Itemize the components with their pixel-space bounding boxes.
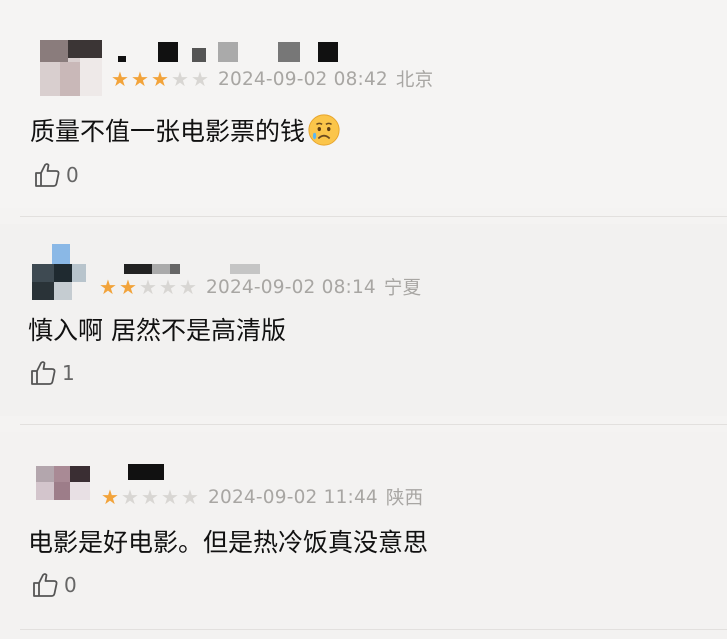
like-count: 0 [66,163,79,187]
rating-meta: ★ ★ ★ ★ ★ 2024-09-02 11:44 陕西 [100,486,424,509]
star-rating: ★ ★ ★ ★ ★ [100,486,200,508]
divider [20,216,727,217]
star-icon: ★ [159,275,177,299]
location: 宁夏 [383,278,422,299]
star-icon: ★ [139,275,157,299]
rating-meta: ★ ★ ★ ★ ★ 2024-09-02 08:14 宁夏 [98,276,422,299]
rating-meta: ★ ★ ★ ★ ★ 2024-09-02 08:42 北京 [110,68,434,91]
like-button[interactable]: 1 [28,358,75,388]
like-button[interactable]: 0 [32,160,79,190]
thumbs-up-icon [31,361,56,385]
sad-tear-face-icon [308,114,340,146]
review-card: ★ ★ ★ ★ ★ 2024-09-02 08:14 宁夏 慎入啊 居然不是高清… [0,224,727,416]
like-count: 1 [62,361,75,385]
star-icon: ★ [99,275,117,299]
star-icon: ★ [161,485,179,509]
like-button[interactable]: 0 [30,570,77,600]
thumbs-up-icon [33,573,58,597]
like-count: 0 [64,573,77,597]
divider [20,424,727,425]
star-icon: ★ [151,67,169,91]
review-text-body: 质量不值一张电影票的钱 [30,117,306,146]
review-card: ★ ★ ★ ★ ★ 2024-09-02 08:42 北京 质量不值一张电影票的… [0,0,727,208]
timestamp: 2024-09-02 08:42 [218,68,388,90]
divider [20,629,727,630]
review-text: 慎入啊 居然不是高清版 [28,316,286,345]
star-icon: ★ [179,275,197,299]
star-icon: ★ [111,67,129,91]
star-rating: ★ ★ ★ ★ ★ [110,68,210,90]
star-icon: ★ [131,67,149,91]
star-icon: ★ [181,485,199,509]
username-masked [118,42,348,64]
star-icon: ★ [191,67,209,91]
location: 陕西 [385,488,424,509]
star-icon: ★ [121,485,139,509]
avatar[interactable] [40,40,102,96]
star-rating: ★ ★ ★ ★ ★ [98,276,198,298]
thumbs-up-icon [35,163,60,187]
review-text: 质量不值一张电影票的钱 [30,113,341,147]
star-icon: ★ [141,485,159,509]
review-card: ★ ★ ★ ★ ★ 2024-09-02 11:44 陕西 电影是好电影。但是热… [0,432,727,639]
location: 北京 [395,70,434,91]
username-masked [126,462,186,484]
timestamp: 2024-09-02 08:14 [206,276,376,298]
timestamp: 2024-09-02 11:44 [208,486,378,508]
star-icon: ★ [101,485,119,509]
avatar[interactable] [36,452,98,508]
star-icon: ★ [171,67,189,91]
star-icon: ★ [119,275,137,299]
review-text: 电影是好电影。但是热冷饭真没意思 [28,528,429,557]
avatar[interactable] [32,244,94,300]
